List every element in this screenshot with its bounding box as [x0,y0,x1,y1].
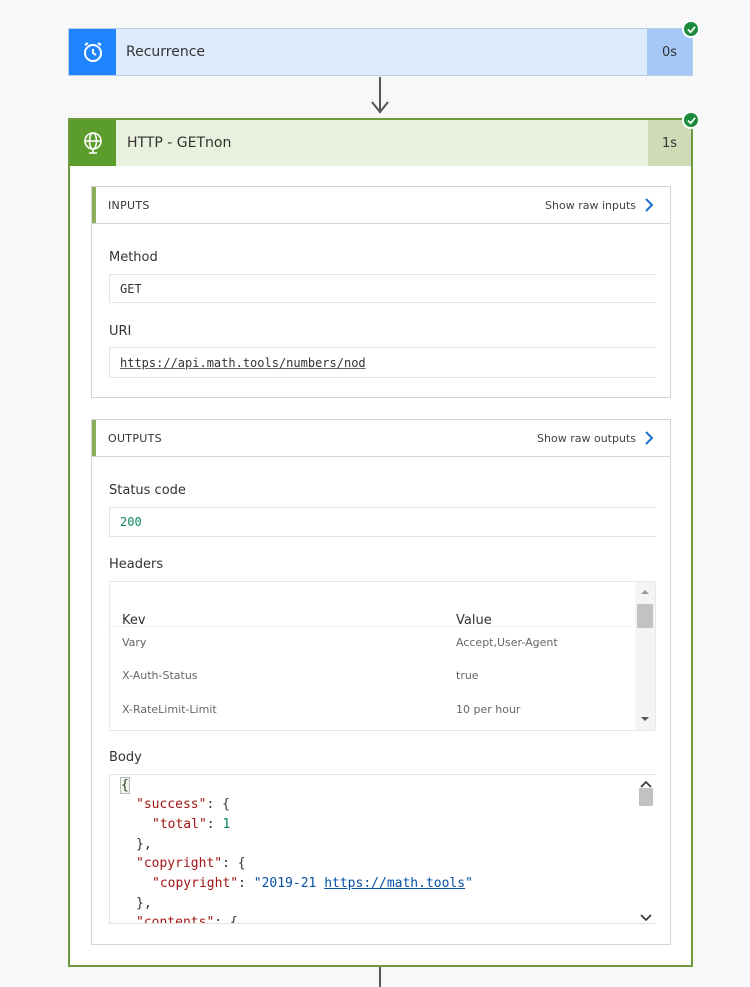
show-raw-inputs-link[interactable]: Show raw inputs [545,198,654,212]
body-label: Body [109,750,142,765]
code-line: "copyright": "2019-21 https://math.tools… [152,876,473,891]
status-code-value: 200 [120,515,142,529]
scroll-up-icon[interactable] [639,587,651,597]
headers-scroll-thumb[interactable] [637,604,653,628]
header-row-key: X-RateLimit-Limit [122,703,217,716]
status-code-field: 200 [109,507,656,537]
scroll-down-icon[interactable] [639,714,651,724]
show-raw-outputs-label: Show raw outputs [537,431,636,445]
recurrence-card[interactable]: Recurrence 0s [68,28,693,76]
headers-label: Headers [109,557,164,572]
http-card-header[interactable]: HTTP - GETnon 1s [70,120,691,166]
code-line: "total": 1 [152,817,231,832]
header-row-key: Vary [122,636,147,649]
success-check-icon [682,20,700,38]
code-line: "contents": { [136,915,238,924]
chevron-right-icon [645,431,654,445]
inputs-section-header: INPUTS Show raw inputs [92,187,670,224]
uri-label: URI [109,324,132,339]
chevron-right-icon [645,198,654,212]
code-line: "copyright": { [136,856,246,871]
outputs-label: OUTPUTS [108,431,162,445]
http-title: HTTP - GETnon [127,135,232,151]
header-row-value: 10 per hour [456,703,521,716]
alarm-clock-icon [69,29,116,75]
method-label: Method [109,250,158,265]
header-row-value: Accept,User-Agent [456,636,558,649]
scroll-down-icon[interactable] [640,913,652,923]
http-card[interactable]: HTTP - GETnon 1s INPUTS Show raw inputs … [68,118,693,967]
header-row-key: X-Auth-Status [122,669,198,682]
code-line: }, [136,896,152,911]
success-check-icon [682,111,700,129]
code-line: "success": { [136,797,230,812]
body-scrollbar[interactable] [636,775,656,923]
arrow-down-icon [371,101,389,114]
method-field: GET [109,274,656,303]
status-code-label: Status code [109,483,186,498]
show-raw-inputs-label: Show raw inputs [545,198,636,212]
inputs-label: INPUTS [108,198,150,212]
headers-scrollbar[interactable] [635,582,655,730]
recurrence-title: Recurrence [126,44,206,60]
outputs-section-header: OUTPUTS Show raw outputs [92,420,670,457]
header-row-value: true [456,669,479,682]
globe-icon [70,120,116,166]
body-scroll-thumb[interactable] [639,788,653,806]
uri-field: https://api.math.tools/numbers/nod [109,347,656,378]
inputs-section: INPUTS Show raw inputs Method GET URI ht… [91,186,671,398]
code-line: }, [136,837,152,852]
show-raw-outputs-link[interactable]: Show raw outputs [537,431,654,445]
uri-value: https://api.math.tools/numbers/nod [120,355,366,370]
headers-divider [110,626,632,627]
headers-table: Kev Value Vary Accept,User-Agent X-Auth-… [109,581,656,731]
code-line: { [120,777,130,794]
connector-line [379,967,381,987]
outputs-section: OUTPUTS Show raw outputs Status code 200… [91,419,671,945]
body-code-viewer[interactable]: { "success": { "total": 1 }, "copyright"… [109,774,656,924]
